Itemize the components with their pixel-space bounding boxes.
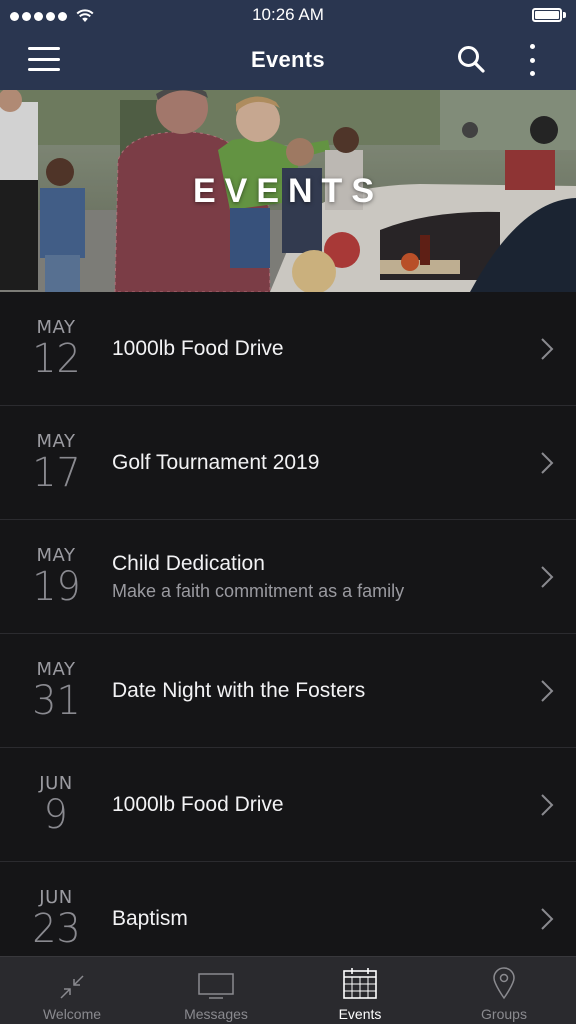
chevron-right-icon [541, 451, 554, 474]
event-date: JUN 23 [0, 886, 112, 952]
event-day: 12 [31, 335, 81, 382]
hamburger-menu-icon[interactable] [28, 47, 60, 71]
chevron-right-icon [541, 907, 554, 930]
event-month: MAY [36, 430, 76, 452]
event-day: 19 [31, 563, 81, 610]
event-info: Child Dedication Make a faith commitment… [112, 551, 576, 603]
status-time: 10:26 AM [252, 5, 324, 24]
event-row[interactable]: JUN 9 1000lb Food Drive [0, 748, 576, 862]
event-info: Date Night with the Fosters [112, 678, 576, 704]
chevron-right-icon [541, 565, 554, 588]
tab-label: Messages [184, 1006, 248, 1022]
tab-events[interactable]: Events [288, 957, 432, 1024]
status-bar: 10:26 AM [0, 0, 576, 30]
event-list[interactable]: MAY 12 1000lb Food Drive MAY 17 Golf Tou… [0, 292, 576, 956]
event-info: Golf Tournament 2019 [112, 450, 576, 476]
hero-banner: EVENTS [0, 90, 576, 292]
event-row[interactable]: MAY 19 Child Dedication Make a faith com… [0, 520, 576, 634]
nav-bar: Events [0, 30, 576, 90]
signal-strength-icon [10, 9, 94, 23]
event-month: MAY [36, 658, 76, 680]
tab-groups[interactable]: Groups [432, 957, 576, 1024]
tab-label: Events [338, 1006, 382, 1022]
event-title: Child Dedication [112, 551, 265, 575]
more-vertical-icon[interactable] [518, 44, 546, 76]
event-row[interactable]: MAY 31 Date Night with the Fosters [0, 634, 576, 748]
search-icon[interactable] [456, 44, 486, 74]
event-day: 23 [31, 905, 81, 952]
event-subtitle: Make a faith commitment as a family [112, 580, 405, 601]
tab-label: Groups [481, 1006, 527, 1022]
wifi-icon [76, 9, 94, 22]
event-day: 9 [43, 791, 69, 838]
event-date: MAY 17 [0, 430, 112, 496]
chevron-right-icon [541, 793, 554, 816]
calendar-icon [343, 968, 377, 999]
event-month: JUN [39, 772, 73, 794]
map-pin-icon [493, 967, 515, 1000]
compress-arrows-icon [60, 975, 84, 999]
battery-icon [532, 8, 566, 22]
event-day: 31 [31, 677, 81, 724]
event-month: MAY [36, 316, 76, 338]
hero-title: EVENTS [192, 172, 384, 210]
tab-welcome[interactable]: Welcome [0, 957, 144, 1024]
chevron-right-icon [541, 679, 554, 702]
page-title: Events [251, 47, 325, 72]
event-title: Baptism [112, 906, 188, 930]
chevron-right-icon [541, 337, 554, 360]
event-date: MAY 19 [0, 544, 112, 610]
event-info: 1000lb Food Drive [112, 336, 576, 362]
tab-bar: Welcome Messages Events Groups [0, 956, 576, 1024]
event-month: JUN [39, 886, 73, 908]
event-row[interactable]: JUN 23 Baptism [0, 862, 576, 956]
event-title: Date Night with the Fosters [112, 678, 366, 702]
tab-label: Welcome [42, 1006, 102, 1022]
event-row[interactable]: MAY 12 1000lb Food Drive [0, 292, 576, 406]
event-date: MAY 12 [0, 316, 112, 382]
event-date: JUN 9 [0, 772, 112, 838]
event-month: MAY [36, 544, 76, 566]
event-info: 1000lb Food Drive [112, 792, 576, 818]
event-row[interactable]: MAY 17 Golf Tournament 2019 [0, 406, 576, 520]
monitor-icon [198, 973, 234, 999]
event-title: 1000lb Food Drive [112, 336, 284, 360]
event-day: 17 [31, 449, 81, 496]
tab-messages[interactable]: Messages [144, 957, 288, 1024]
event-title: Golf Tournament 2019 [112, 450, 320, 474]
event-info: Baptism [112, 906, 576, 932]
event-title: 1000lb Food Drive [112, 792, 284, 816]
event-date: MAY 31 [0, 658, 112, 724]
